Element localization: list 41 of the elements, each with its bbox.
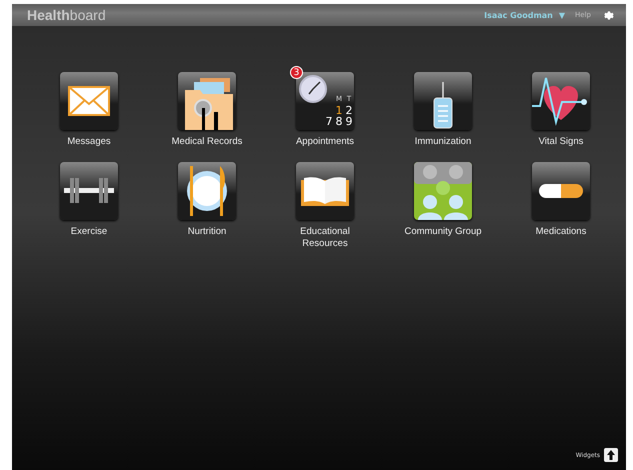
- app-tile[interactable]: [414, 162, 472, 220]
- book-icon: [301, 177, 349, 206]
- app-label: Medications: [534, 226, 588, 238]
- app-tile[interactable]: [414, 72, 472, 130]
- folder-icon: [185, 78, 233, 130]
- app-label: Appointments: [294, 136, 356, 148]
- app-label: Messages: [66, 136, 112, 148]
- calendar-day: 1: [334, 105, 344, 116]
- calendar-day: 9: [344, 116, 354, 127]
- app-tile[interactable]: [178, 162, 236, 220]
- app-tile[interactable]: [178, 72, 236, 130]
- app-label: Exercise: [70, 226, 108, 238]
- app-tile[interactable]: [60, 162, 118, 220]
- settings-icon[interactable]: [603, 10, 614, 20]
- notification-badge: 3: [290, 66, 303, 79]
- user-menu-caret[interactable]: ▼: [558, 10, 566, 20]
- people-icon: [414, 162, 472, 220]
- app-tile[interactable]: [532, 72, 590, 130]
- user-name[interactable]: Isaac Goodman: [484, 10, 553, 20]
- app-tile[interactable]: [532, 162, 590, 220]
- clock-icon: [299, 75, 327, 103]
- widgets-button[interactable]: [604, 448, 618, 462]
- capsule-icon: [539, 184, 583, 198]
- app-label: Vital Signs: [538, 136, 584, 148]
- calendar-day: 8: [334, 116, 344, 127]
- envelope-icon: [68, 86, 110, 116]
- app-label: Medical Records: [170, 136, 244, 148]
- app-tile[interactable]: [296, 162, 354, 220]
- heart-monitor-icon: [532, 77, 587, 126]
- app-label: Immunization: [414, 136, 472, 148]
- plate-icon: [187, 166, 227, 216]
- syringe-icon: [434, 82, 452, 128]
- calendar-day: 2: [344, 105, 354, 116]
- up-arrow-icon: [607, 450, 615, 460]
- dumbbell-icon: [64, 178, 114, 203]
- app-label: Nurtrition: [186, 226, 228, 238]
- app-tile[interactable]: [60, 72, 118, 130]
- calendar-day: 7: [324, 116, 334, 127]
- app-label: Educational Resources: [299, 226, 351, 250]
- logo: Healthboard: [27, 7, 106, 23]
- app-label: Community Group: [403, 226, 483, 238]
